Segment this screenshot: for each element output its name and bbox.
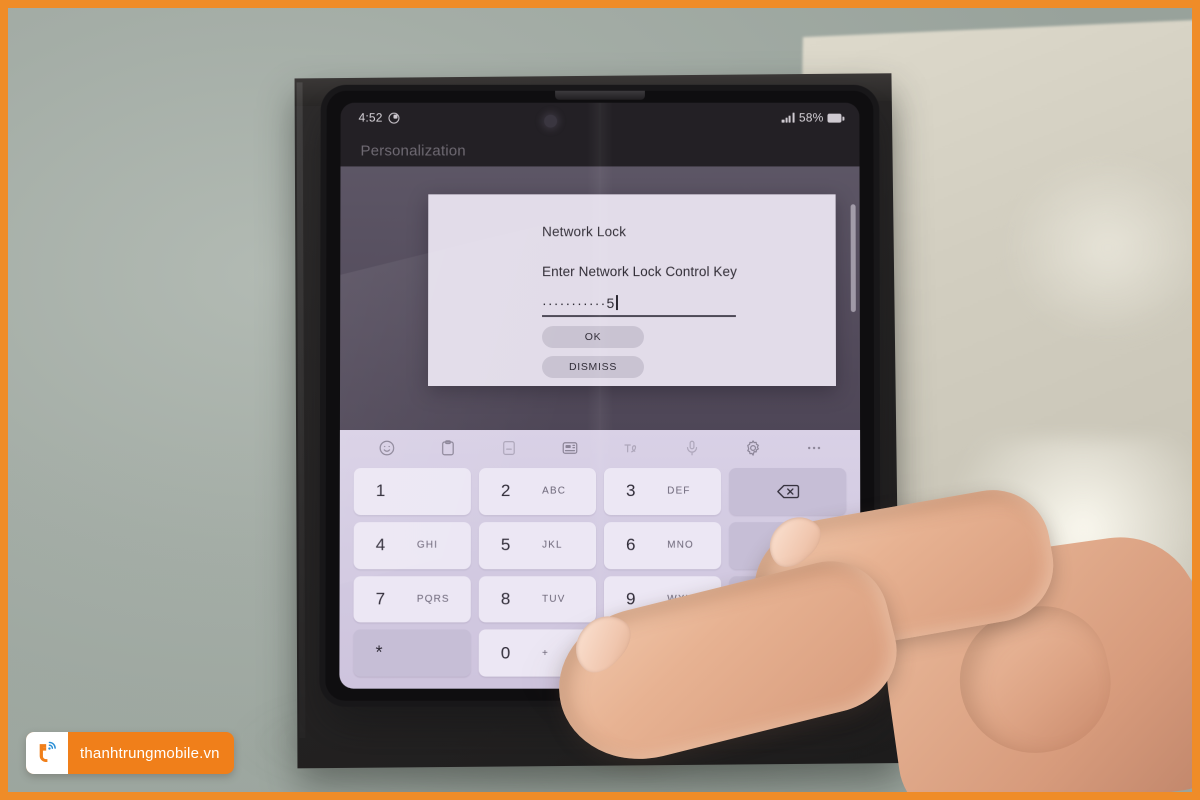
signal-bars-icon [781,112,795,123]
light-reflection-secondary [1008,158,1192,338]
key-1[interactable]: 1 [353,468,471,515]
key-6[interactable]: 6 MNO [604,521,722,569]
status-bar-right: 58% [781,110,842,125]
clipboard-button[interactable] [436,437,458,459]
status-bar: 4:52 58% [341,103,860,133]
key-2[interactable]: 2 ABC [478,468,596,515]
battery-percent: 58% [798,110,824,125]
ok-button[interactable]: OK [542,326,644,349]
network-key-value: ···········5 [542,294,736,313]
device-hinge [555,90,645,100]
scrollbar[interactable] [850,204,856,313]
status-time: 4:52 [358,110,383,125]
text-caret [616,295,618,311]
battery-icon [827,113,842,123]
hand-shadow [528,598,958,758]
backspace-icon [776,484,798,498]
more-options-button[interactable] [803,437,825,459]
watermark: thanhtrungmobile.vn [26,732,234,774]
handwriting-button[interactable] [620,437,642,459]
watermark-text: thanhtrungmobile.vn [80,744,220,762]
dismiss-button[interactable]: DISMISS [542,356,644,379]
sticker-button[interactable] [497,437,519,459]
dialog-message: Enter Network Lock Control Key [542,264,737,280]
emoji-button[interactable] [375,437,397,459]
keyboard-toolbar [340,430,860,466]
watermark-logo-badge [26,732,68,774]
key-4[interactable]: 4 GHI [353,521,471,569]
key-backspace[interactable] [729,468,847,515]
input-underline [542,315,736,317]
key-asterisk[interactable]: * [353,629,471,677]
voice-input-button[interactable] [681,437,703,459]
front-camera-punch-hole [544,114,558,128]
key-5[interactable]: 5 JKL [478,521,596,569]
settings-button[interactable] [742,437,764,459]
network-lock-dialog: Network Lock Enter Network Lock Control … [428,194,836,387]
dialog-title: Network Lock [542,224,627,240]
keyboard-mode-button[interactable] [558,437,580,459]
product-box-edge-highlight [296,82,306,739]
status-bar-left: 4:52 [359,111,400,125]
photo-scene: 4:52 58% Personalization Network Lock En… [8,8,1192,792]
photo-orange-border: 4:52 58% Personalization Network Lock En… [0,0,1200,800]
key-7[interactable]: 7 PQRS [353,575,471,623]
alarm-icon [388,112,400,124]
phone-signal-logo-icon [39,741,56,762]
key-fn-right-1[interactable] [729,521,847,569]
network-key-input[interactable]: ···········5 [542,294,736,317]
light-reflection [948,438,1192,668]
key-3[interactable]: 3 DEF [604,468,722,515]
page-title: Personalization [360,142,466,160]
